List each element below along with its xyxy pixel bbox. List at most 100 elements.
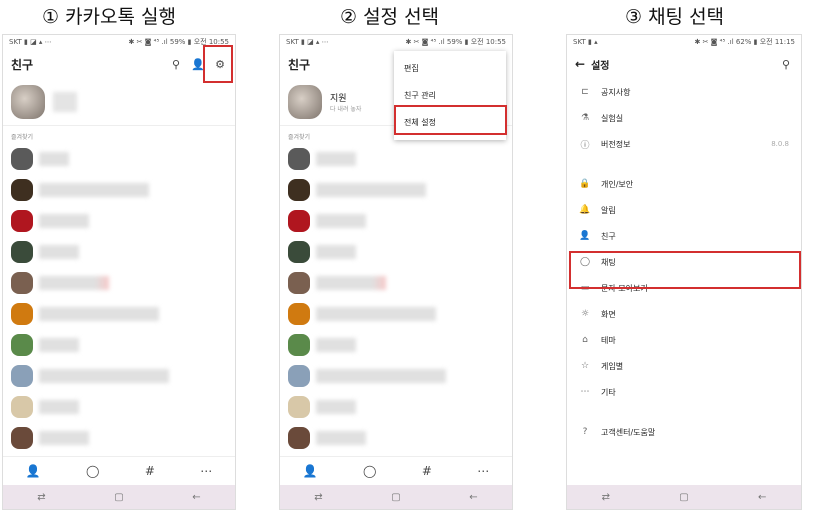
settings-item-lab[interactable]: ⚗ 실험실 — [567, 105, 801, 131]
recent-apps-icon[interactable]: ⇄ — [602, 492, 610, 503]
friend-row[interactable] — [280, 329, 512, 360]
blurred-name — [39, 399, 79, 414]
status-left: SKT ▮ ◪ ▴ ⋯ — [9, 38, 52, 46]
friend-row[interactable] — [3, 422, 235, 453]
status-left: SKT ▮ ◪ ▴ ⋯ — [286, 38, 329, 46]
home-icon[interactable]: ▢ — [114, 492, 123, 503]
avatar — [11, 209, 33, 232]
settings-item-privacy[interactable]: 🔒 개인/보안 — [567, 171, 801, 197]
avatar — [11, 271, 33, 294]
system-nav-bar: ⇄ ▢ ← — [567, 485, 801, 509]
status-bar: SKT ▮ ▴ ✱ ✂ ◙ ⁴⁵ .ıl 62% ▮ 오전 11:15 — [567, 35, 801, 49]
blurred-name — [39, 337, 79, 352]
profile-name: 지원 — [330, 94, 347, 104]
avatar — [288, 364, 310, 387]
hash-tab-icon[interactable]: # — [145, 464, 155, 478]
theme-icon: ⌂ — [582, 335, 588, 345]
home-icon[interactable]: ▢ — [391, 492, 400, 503]
more-icon: ⋯ — [580, 387, 590, 397]
avatar — [11, 364, 33, 387]
friend-row[interactable] — [280, 298, 512, 329]
settings-item-help[interactable]: ? 고객센터/도움말 — [567, 419, 801, 445]
blurred-name — [316, 430, 366, 445]
settings-item-label: 고객센터/도움말 — [601, 427, 656, 437]
settings-item-friends[interactable]: 👤 친구 — [567, 223, 801, 249]
settings-item-version[interactable]: ⓘ 버전정보 8.0.8 — [567, 131, 801, 157]
search-icon[interactable]: ⚲ — [779, 57, 793, 71]
more-tab-icon[interactable]: ⋯ — [477, 464, 489, 478]
back-arrow-icon[interactable]: ← — [575, 57, 585, 71]
status-bar: SKT ▮ ◪ ▴ ⋯ ✱ ✂ ◙ ⁴⁵ .ıl 59% ▮ 오전 10:55 — [3, 35, 235, 49]
avatar — [11, 240, 33, 263]
phone-settings-screen: SKT ▮ ▴ ✱ ✂ ◙ ⁴⁵ .ıl 62% ▮ 오전 11:15 ← 설정… — [566, 34, 802, 510]
blurred-name — [39, 306, 159, 321]
blurred-name — [39, 368, 169, 383]
recent-apps-icon[interactable]: ⇄ — [314, 492, 322, 503]
info-icon: ⓘ — [580, 140, 590, 151]
chat-tab-icon[interactable]: ◯ — [363, 464, 376, 478]
friends-tab-icon[interactable]: 👤 — [26, 464, 41, 478]
avatar — [288, 271, 310, 294]
friend-row[interactable] — [280, 360, 512, 391]
settings-item-notice[interactable]: ⊏ 공지사항 — [567, 79, 801, 105]
page-title: 친구 — [11, 57, 34, 72]
settings-item-notifications[interactable]: 🔔 알림 — [567, 197, 801, 223]
highlight-box — [569, 251, 801, 289]
settings-item-theme[interactable]: ⌂ 테마 — [567, 327, 801, 353]
avatar — [11, 333, 33, 356]
friends-tab-icon[interactable]: 👤 — [303, 464, 318, 478]
bottom-nav: 👤 ◯ # ⋯ — [3, 456, 235, 485]
hash-tab-icon[interactable]: # — [422, 464, 432, 478]
settings-item-display[interactable]: ☼ 화면 — [567, 301, 801, 327]
recent-apps-icon[interactable]: ⇄ — [37, 492, 45, 503]
avatar — [288, 85, 322, 119]
favorites-label: 즐겨찾기 — [11, 134, 34, 141]
settings-item-label: 버전정보 — [601, 139, 631, 149]
back-icon[interactable]: ← — [758, 492, 766, 503]
friend-row[interactable] — [3, 298, 235, 329]
friend-row[interactable] — [3, 329, 235, 360]
friend-row[interactable] — [3, 391, 235, 422]
profile-status: 다 내려 놓자 — [330, 106, 362, 113]
avatar — [288, 147, 310, 170]
friend-row[interactable] — [280, 143, 512, 174]
friend-row[interactable] — [280, 267, 512, 298]
step-3-title: ③ 채팅 선택 — [625, 6, 725, 28]
page-title: 설정 — [591, 60, 610, 72]
back-icon[interactable]: ← — [469, 492, 477, 503]
blurred-name — [39, 213, 89, 228]
friend-row[interactable] — [280, 205, 512, 236]
avatar — [11, 178, 33, 201]
blurred-name — [316, 275, 386, 290]
friend-row[interactable] — [3, 360, 235, 391]
menu-item-edit[interactable]: 편집 — [394, 55, 506, 82]
star-icon: ☆ — [580, 361, 590, 371]
friend-row[interactable] — [3, 143, 235, 174]
friend-row[interactable] — [3, 236, 235, 267]
friend-row[interactable] — [3, 205, 235, 236]
help-icon: ? — [582, 427, 588, 437]
settings-item-games[interactable]: ☆ 게임별 — [567, 353, 801, 379]
bottom-nav: 👤 ◯ # ⋯ — [280, 456, 512, 485]
chat-tab-icon[interactable]: ◯ — [86, 464, 99, 478]
friend-row[interactable] — [3, 174, 235, 205]
friend-row[interactable] — [280, 422, 512, 453]
friend-row[interactable] — [280, 174, 512, 205]
avatar — [288, 333, 310, 356]
blurred-name — [39, 430, 89, 445]
friend-row[interactable] — [280, 391, 512, 422]
search-icon[interactable]: ⚲ — [169, 57, 183, 71]
more-tab-icon[interactable]: ⋯ — [200, 464, 212, 478]
avatar — [288, 302, 310, 325]
megaphone-icon: ⊏ — [581, 87, 589, 97]
avatar — [11, 302, 33, 325]
friend-row[interactable] — [280, 236, 512, 267]
blurred-name — [316, 182, 426, 197]
home-icon[interactable]: ▢ — [679, 492, 688, 503]
back-icon[interactable]: ← — [192, 492, 200, 503]
friend-row[interactable] — [3, 267, 235, 298]
settings-item-label: 기타 — [601, 387, 616, 397]
settings-item-etc[interactable]: ⋯ 기타 — [567, 379, 801, 405]
my-profile[interactable] — [3, 79, 235, 126]
blurred-name — [39, 244, 79, 259]
